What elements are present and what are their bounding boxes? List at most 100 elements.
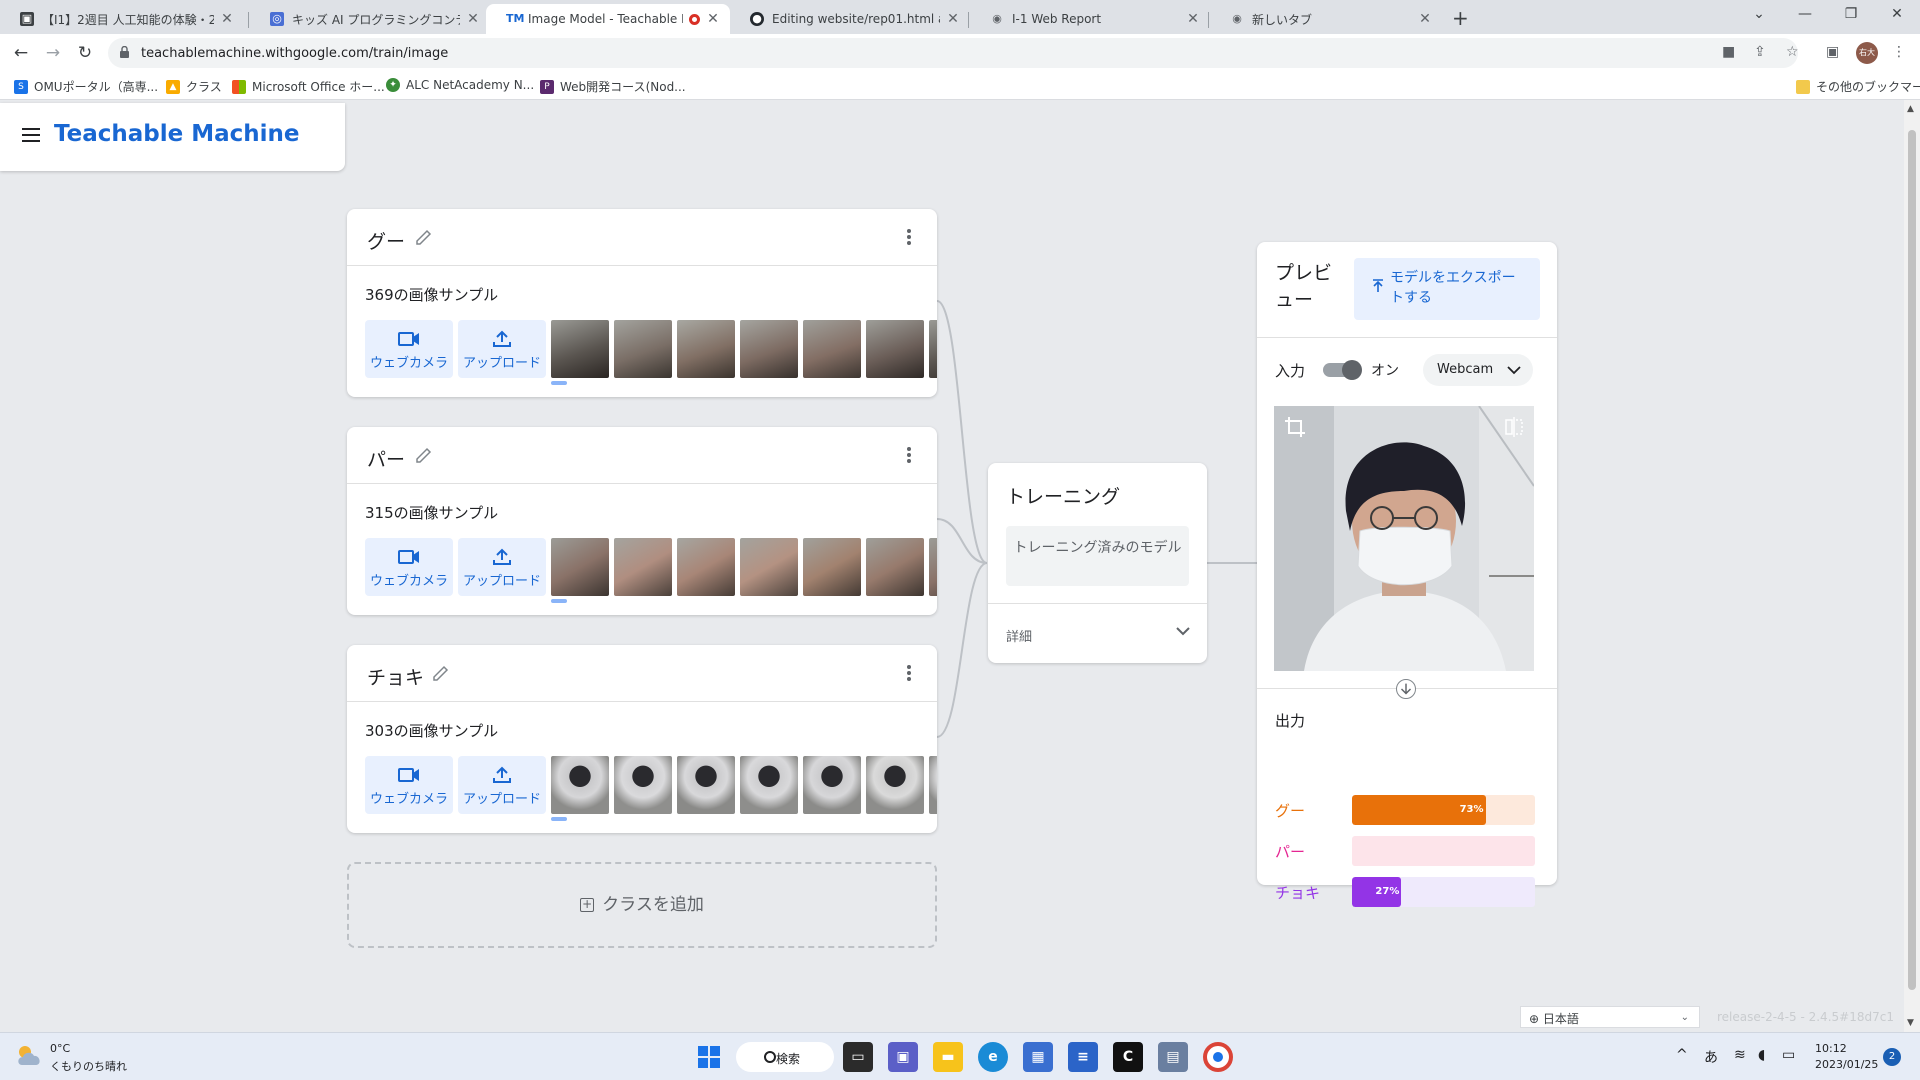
battery-icon[interactable]: ▭ [1782, 1047, 1795, 1063]
tab-teachable-machine[interactable]: TM Image Model - Teachable Machine ✕ [486, 4, 730, 34]
more-options-icon[interactable] [907, 229, 911, 245]
tab-classroom[interactable]: ▣ 【I1】2週目 人工知能の体験・2週目 ✕ [0, 4, 244, 34]
other-bookmarks[interactable]: その他のブックマーク [1796, 78, 1920, 95]
pencil-icon[interactable] [432, 664, 450, 682]
tab-web-report[interactable]: ◉ I-1 Web Report ✕ [970, 4, 1210, 34]
tab-search-chevron-icon[interactable]: ⌄ [1736, 6, 1782, 22]
file-explorer-icon[interactable]: ▬ [933, 1042, 963, 1072]
camera-in-use-icon[interactable]: ■ [1722, 44, 1735, 60]
sample-thumbnail[interactable] [677, 320, 735, 378]
microsoft-store-icon[interactable]: ▦ [1023, 1042, 1053, 1072]
sample-thumbnail[interactable] [614, 538, 672, 596]
more-menu-icon[interactable]: ⋮ [1892, 44, 1906, 60]
sample-thumbnail[interactable] [677, 538, 735, 596]
more-options-icon[interactable] [907, 447, 911, 463]
export-model-button[interactable]: モデルをエクスポートする [1354, 258, 1540, 320]
clock-time[interactable]: 10:12 [1815, 1042, 1847, 1055]
sample-thumbnail[interactable] [740, 320, 798, 378]
profile-avatar[interactable]: 右大 [1856, 42, 1878, 64]
taskbar-search[interactable]: 検索 [736, 1042, 834, 1072]
input-source-select[interactable]: Webcam [1423, 354, 1533, 386]
input-toggle[interactable] [1323, 360, 1362, 380]
scroll-up-icon[interactable]: ▲ [1907, 104, 1914, 114]
sample-thumbnail[interactable] [551, 756, 609, 814]
sample-thumbnail[interactable] [803, 538, 861, 596]
crop-icon[interactable] [1284, 416, 1306, 438]
tab-github[interactable]: ● Editing website/rep01.html at main ✕ [730, 4, 970, 34]
more-options-icon[interactable] [907, 665, 911, 681]
clock-date[interactable]: 2023/01/25 [1815, 1058, 1878, 1071]
sample-thumbnail[interactable] [803, 756, 861, 814]
close-tab-icon[interactable]: ✕ [706, 11, 720, 27]
train-model-button[interactable]: トレーニング済みのモデル [1006, 526, 1189, 586]
close-tab-icon[interactable]: ✕ [466, 11, 480, 27]
bookmark-star-icon[interactable]: ☆ [1786, 44, 1799, 60]
language-select[interactable]: ⊕ 日本語 ⌄ [1520, 1006, 1700, 1028]
chevron-down-icon[interactable] [1175, 623, 1191, 639]
tab-contest[interactable]: ◎ キッズ AI プログラミングコンテスト ✕ [250, 4, 490, 34]
upload-button[interactable]: アップロード [458, 756, 546, 814]
close-window-icon[interactable]: ✕ [1874, 6, 1920, 22]
reload-icon[interactable]: ↻ [74, 42, 96, 64]
notepad-icon[interactable]: ≡ [1068, 1042, 1098, 1072]
tab-new-tab[interactable]: ◉ 新しいタブ ✕ [1210, 4, 1442, 34]
bookmark-class[interactable]: ▲ クラス [166, 78, 222, 95]
edge-browser-icon[interactable]: e [978, 1042, 1008, 1072]
bookmark-omu-portal[interactable]: S OMUポータル（高専... [14, 78, 158, 95]
advanced-label[interactable]: 詳細 [1006, 626, 1032, 645]
close-tab-icon[interactable]: ✕ [220, 11, 234, 27]
scroll-down-icon[interactable]: ▼ [1907, 1018, 1914, 1028]
sample-thumbnail[interactable] [929, 538, 937, 596]
sample-thumbnail[interactable] [740, 756, 798, 814]
tray-overflow-icon[interactable]: ^ [1676, 1047, 1688, 1063]
hamburger-menu-icon[interactable] [22, 128, 40, 142]
share-icon[interactable]: ⇪ [1754, 44, 1766, 60]
forward-arrow-icon[interactable]: → [42, 42, 64, 64]
add-class-button[interactable]: + クラスを追加 [347, 862, 937, 948]
upload-button[interactable]: アップロード [458, 320, 546, 378]
webcam-button[interactable]: ウェブカメラ [365, 320, 453, 378]
class-name[interactable]: チョキ [367, 663, 424, 690]
webcam-button[interactable]: ウェブカメラ [365, 538, 453, 596]
sample-thumbnail[interactable] [551, 320, 609, 378]
back-arrow-icon[interactable]: ← [10, 42, 32, 64]
close-tab-icon[interactable]: ✕ [1186, 11, 1200, 27]
sample-thumbnail[interactable] [929, 320, 937, 378]
sample-thumbnail[interactable] [866, 320, 924, 378]
new-tab-icon[interactable]: + [1452, 6, 1469, 30]
bookmark-web-course[interactable]: P Web開発コース(Nod... [540, 78, 686, 95]
upload-button[interactable]: アップロード [458, 538, 546, 596]
chrome-icon[interactable] [1203, 1042, 1233, 1072]
side-panel-icon[interactable]: ▣ [1826, 44, 1839, 60]
windows-start-icon[interactable] [694, 1042, 724, 1072]
bookmark-office[interactable]: Microsoft Office ホー... [232, 78, 385, 95]
sample-thumbnail[interactable] [614, 756, 672, 814]
sample-thumbnail[interactable] [866, 538, 924, 596]
volume-icon[interactable]: ◖ [1758, 1047, 1765, 1063]
flip-horizontal-icon[interactable] [1504, 416, 1524, 438]
address-bar[interactable]: teachablemachine.withgoogle.com/train/im… [108, 38, 1798, 68]
sample-thumbnail[interactable] [614, 320, 672, 378]
sample-thumbnail[interactable] [929, 756, 937, 814]
sample-thumbnail[interactable] [803, 320, 861, 378]
pencil-icon[interactable] [415, 446, 433, 464]
sample-thumbnail[interactable] [740, 538, 798, 596]
restore-icon[interactable]: ❐ [1828, 6, 1874, 22]
sample-thumbnail[interactable] [677, 756, 735, 814]
calculator-icon[interactable]: ▤ [1158, 1042, 1188, 1072]
close-tab-icon[interactable]: ✕ [946, 11, 960, 27]
class-name[interactable]: パー [367, 445, 405, 472]
sample-thumbnail[interactable] [551, 538, 609, 596]
scroll-thumb[interactable] [1908, 130, 1916, 990]
task-view-icon[interactable]: ▭ [843, 1042, 873, 1072]
close-tab-icon[interactable]: ✕ [1418, 11, 1432, 27]
app-title[interactable]: Teachable Machine [54, 121, 300, 147]
cocalc-icon[interactable]: C [1113, 1042, 1143, 1072]
cloudy-weather-icon[interactable] [16, 1043, 44, 1067]
page-scrollbar[interactable]: ▲ ▼ [1904, 100, 1920, 1032]
pencil-icon[interactable] [415, 228, 433, 246]
ime-indicator[interactable]: あ [1704, 1047, 1718, 1067]
wifi-icon[interactable]: ≋ [1734, 1047, 1746, 1063]
bookmark-alc[interactable]: ✦ ALC NetAcademy N... [386, 78, 534, 92]
teams-chat-icon[interactable]: ▣ [888, 1042, 918, 1072]
